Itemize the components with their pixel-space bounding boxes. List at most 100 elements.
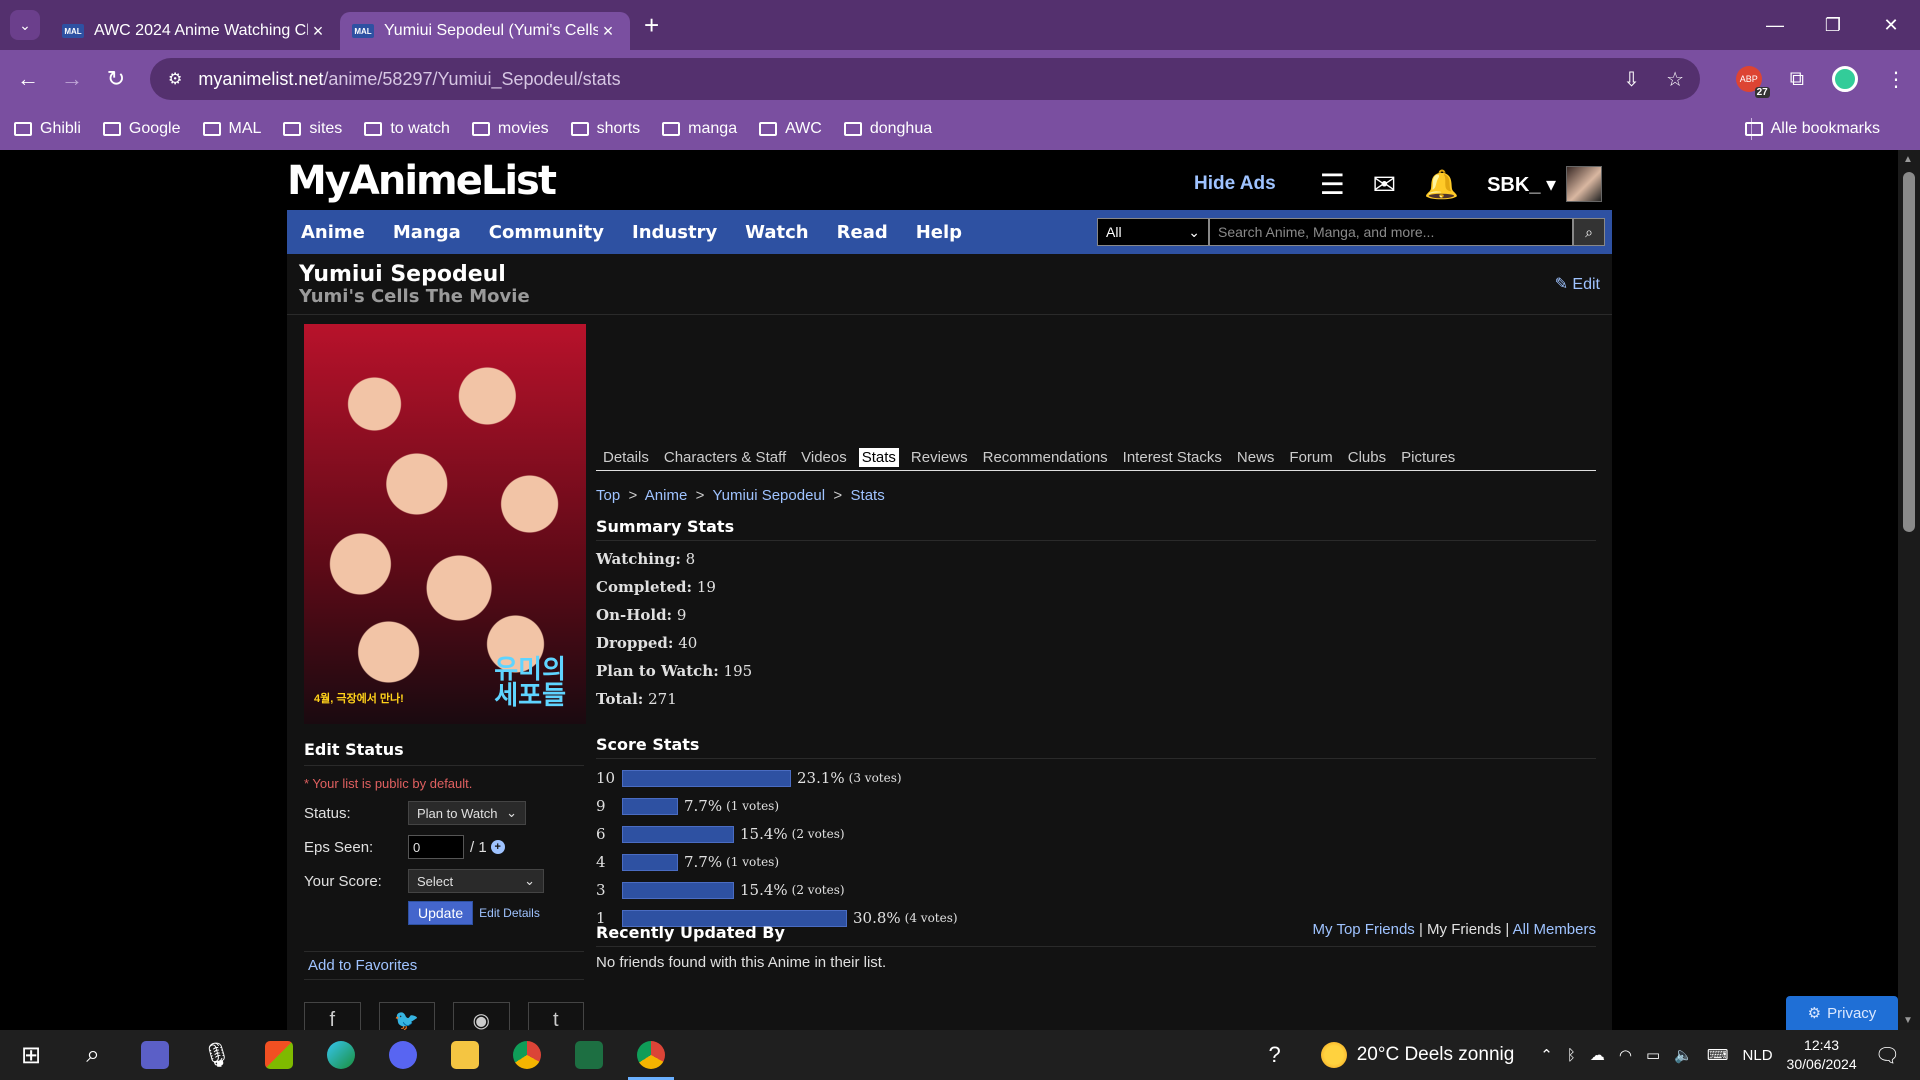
nav-help[interactable]: Help [916, 222, 962, 243]
teams-icon[interactable] [124, 1030, 186, 1080]
edge-icon[interactable] [310, 1030, 372, 1080]
address-bar[interactable]: ⚙ myanimelist.net/anime/58297/Yumiui_Sep… [150, 58, 1700, 100]
tab-forum[interactable]: Forum [1286, 448, 1335, 467]
eps-seen-input[interactable]: 0 [408, 835, 464, 859]
twitter-icon[interactable]: 🐦 [378, 1002, 435, 1030]
bookmark-folder[interactable]: shorts [570, 120, 640, 138]
weather-widget[interactable]: 20°C Deels zonnig [1320, 1042, 1514, 1068]
my-friends-link[interactable]: My Friends [1427, 921, 1501, 938]
nav-community[interactable]: Community [489, 222, 604, 243]
install-app-icon[interactable]: ⇩ [1623, 67, 1640, 92]
bell-icon[interactable]: 🔔 [1424, 168, 1459, 201]
more-menu-icon[interactable]: ⋮ [1886, 67, 1906, 92]
file-explorer-icon[interactable] [434, 1030, 496, 1080]
notifications-icon[interactable]: 🗨 [1875, 1043, 1900, 1068]
bookmark-folder[interactable]: manga [662, 120, 737, 138]
browser-tab-active[interactable]: MAL Yumiui Sepodeul (Yumi's Cells T × [340, 12, 630, 50]
add-to-favorites-link[interactable]: Add to Favorites [304, 951, 584, 980]
tab-characters-staff[interactable]: Characters & Staff [661, 448, 789, 467]
bookmark-folder[interactable]: donghua [843, 120, 932, 138]
bookmark-folder[interactable]: AWC [759, 120, 822, 138]
list-icon[interactable]: ☰ [1320, 168, 1345, 201]
bookmark-folder[interactable]: Google [102, 120, 181, 138]
search-category-select[interactable]: All ⌄ [1097, 218, 1209, 246]
tab-news[interactable]: News [1234, 448, 1278, 467]
hide-ads-link[interactable]: Hide Ads [1194, 173, 1276, 195]
back-arrow-icon[interactable]: ← [6, 57, 50, 101]
battery-icon[interactable]: ▭ [1646, 1046, 1660, 1064]
volume-icon[interactable]: 🔈 [1674, 1046, 1693, 1064]
edit-details-link[interactable]: Edit Details [479, 906, 540, 920]
reddit-icon[interactable]: ◉ [453, 1002, 510, 1030]
tab-reviews[interactable]: Reviews [908, 448, 971, 467]
bookmark-star-icon[interactable]: ☆ [1666, 67, 1684, 92]
help-icon[interactable]: ? [1268, 1042, 1280, 1068]
adblock-extension-icon[interactable]: ABP 27 [1735, 66, 1770, 98]
nav-manga[interactable]: Manga [393, 222, 461, 243]
chevron-up-icon[interactable]: ⌃ [1540, 1046, 1553, 1064]
nav-anime[interactable]: Anime [301, 222, 365, 243]
anime-poster-image[interactable]: 4월, 극장에서 만나! 유미의 세포들 [304, 324, 586, 724]
scroll-down-icon[interactable]: ▼ [1903, 1015, 1913, 1026]
tumblr-icon[interactable]: t [527, 1002, 584, 1030]
mail-icon[interactable]: ✉ [1373, 168, 1396, 201]
language-indicator[interactable]: NLD [1743, 1047, 1773, 1064]
user-avatar[interactable] [1566, 166, 1603, 202]
close-tab-icon[interactable]: × [308, 21, 328, 42]
breadcrumb-title[interactable]: Yumiui Sepodeul [713, 487, 826, 504]
tab-videos[interactable]: Videos [798, 448, 850, 467]
tab-details[interactable]: Details [600, 448, 652, 467]
my-top-friends-link[interactable]: My Top Friends [1313, 921, 1415, 938]
tab-search-button[interactable]: ⌄ [10, 10, 40, 40]
edit-title-link[interactable]: ✎ Edit [1555, 274, 1600, 294]
all-bookmarks-button[interactable]: Alle bookmarks [1744, 120, 1880, 138]
tab-pictures[interactable]: Pictures [1398, 448, 1458, 467]
excel-icon[interactable] [558, 1030, 620, 1080]
bookmark-folder[interactable]: Ghibli [14, 120, 81, 138]
breadcrumb-top[interactable]: Top [596, 487, 620, 504]
breadcrumb-anime[interactable]: Anime [645, 487, 688, 504]
close-tab-icon[interactable]: × [598, 21, 618, 42]
browser-tab[interactable]: MAL AWC 2024 Anime Watching Cha × [50, 12, 340, 50]
close-window-icon[interactable]: ✕ [1862, 0, 1920, 50]
bluetooth-icon[interactable]: ᛒ [1567, 1047, 1576, 1064]
search-input[interactable]: Search Anime, Manga, and more... [1209, 218, 1573, 246]
reload-icon[interactable]: ↻ [94, 57, 138, 101]
nav-industry[interactable]: Industry [632, 222, 717, 243]
forward-arrow-icon[interactable]: → [50, 57, 94, 101]
tab-clubs[interactable]: Clubs [1345, 448, 1389, 467]
update-button[interactable]: Update [408, 901, 474, 925]
increment-plus-icon[interactable]: + [490, 840, 505, 854]
discord-icon[interactable] [372, 1030, 434, 1080]
wifi-icon[interactable]: ◠ [1619, 1046, 1632, 1064]
privacy-button[interactable]: ⚙ Privacy [1786, 996, 1898, 1030]
nav-read[interactable]: Read [837, 222, 888, 243]
bookmark-folder[interactable]: to watch [364, 120, 450, 138]
breadcrumb-stats[interactable]: Stats [851, 487, 885, 504]
all-members-link[interactable]: All Members [1513, 921, 1596, 938]
profile-avatar-icon[interactable] [1832, 66, 1858, 92]
search-icon[interactable]: ⌕ [1573, 218, 1605, 246]
score-select[interactable]: Select ⌄ [408, 869, 544, 893]
tab-stats[interactable]: Stats [858, 448, 899, 467]
site-logo[interactable]: MyAnimeList [287, 158, 557, 204]
facebook-icon[interactable]: f [304, 1002, 361, 1030]
restore-icon[interactable]: ❐ [1804, 0, 1862, 50]
scrollbar-thumb[interactable] [1903, 172, 1915, 532]
windows-start-icon[interactable]: ⊞ [0, 1030, 62, 1080]
chrome-icon[interactable] [496, 1030, 558, 1080]
search-icon[interactable]: ⌕ [62, 1030, 124, 1080]
tab-interest-stacks[interactable]: Interest Stacks [1120, 448, 1225, 467]
keyboard-icon[interactable]: ⌨ [1707, 1046, 1729, 1064]
minimize-icon[interactable]: — [1746, 0, 1804, 50]
onedrive-cloud-icon[interactable]: ☁ [1590, 1046, 1605, 1064]
status-select[interactable]: Plan to Watch ⌄ [408, 801, 526, 825]
username-menu[interactable]: SBK_ ▾ [1487, 172, 1556, 197]
store-icon[interactable] [248, 1030, 310, 1080]
extensions-puzzle-icon[interactable]: ⧉ [1790, 68, 1804, 91]
chrome-active-icon[interactable] [620, 1030, 682, 1080]
bookmark-folder[interactable]: sites [283, 120, 342, 138]
clock[interactable]: 12:43 30/06/2024 [1787, 1036, 1857, 1074]
tab-recommendations[interactable]: Recommendations [980, 448, 1111, 467]
site-info-icon[interactable]: ⚙ [168, 69, 182, 89]
